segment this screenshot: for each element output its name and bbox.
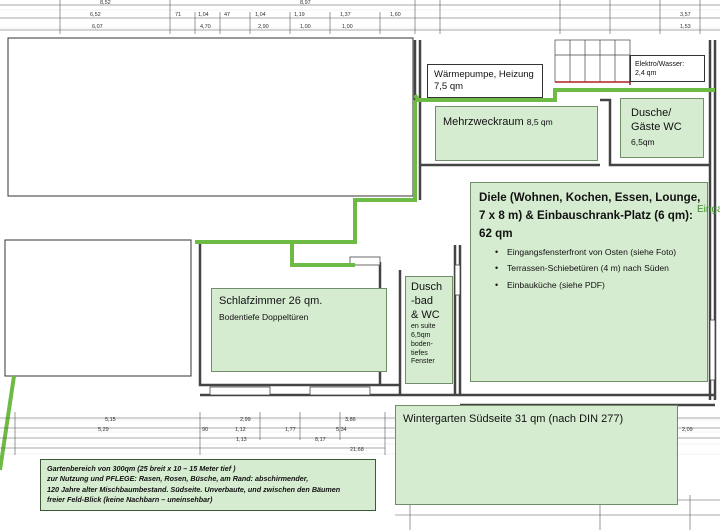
dim-label: 8,17 [315, 437, 326, 443]
garden-note-line3: 120 Jahre alter Mischbaumbestand. Südsei… [47, 484, 341, 494]
dim-label: 6,07 [92, 24, 103, 30]
room-duschbad-sub1: en suite [411, 323, 436, 331]
list-item: Einbauküche (siehe PDF) [495, 279, 700, 293]
room-duschbad-line3: & WC [411, 308, 440, 321]
room-mehrzweckraum-area: 8,5 qm [526, 117, 553, 127]
dim-label: 47 [224, 12, 230, 18]
room-waermepumpe: Wärmepumpe, Heizung 7,5 qm [427, 64, 543, 98]
dim-label: 1,60 [390, 12, 401, 18]
room-elektro-line2: 2,4 qm [635, 69, 657, 77]
dim-label: 1,19 [294, 12, 305, 18]
room-diele: Diele (Wohnen, Kochen, Essen, Lounge, 7 … [470, 182, 708, 382]
dim-label: 2,99 [240, 417, 251, 423]
room-dusche-line2: Gäste WC [631, 120, 682, 133]
dim-label: 3,57 [680, 12, 691, 18]
dim-label: 2,09 [682, 427, 693, 433]
room-mehrzweckraum: Mehrzweckraum 8,5 qm [435, 106, 598, 161]
room-duschbad-line2: -bad [411, 294, 434, 307]
room-schlafzimmer-sub: Bodentiefe Doppeltüren [219, 311, 309, 322]
dim-label: 90 [202, 427, 208, 433]
room-schlafzimmer: Schlafzimmer 26 qm. Bodentiefe Doppeltür… [211, 288, 387, 372]
room-dusche-line1: Dusche/ [631, 107, 672, 119]
eingang-label-partial: Einga [697, 204, 720, 215]
room-duschbad: Dusch -bad & WC en suite 6,5qm boden- ti… [405, 276, 453, 384]
top-dimension-labels: 8,52 8,97 6,52 71 1,04 47 1,04 1,19 1,37… [90, 0, 691, 30]
room-duschbad-sub5: Fenster [411, 358, 435, 366]
room-waermepumpe-line1: Wärmepumpe, Heizung [434, 69, 534, 80]
dim-label: 1,04 [198, 12, 209, 18]
dim-label: 1,13 [236, 437, 247, 443]
room-dusche-gaeste-wc: Dusche/ Gäste WC 6,5qm [620, 98, 704, 158]
list-item: Terrassen-Schiebetüren (4 m) nach Süden [495, 262, 700, 276]
dim-label: 1,37 [340, 12, 351, 18]
dim-label: 8,97 [300, 0, 311, 6]
list-item: Eingangsfensterfront von Osten (siehe Fo… [495, 246, 700, 260]
dim-label: 1,04 [255, 12, 266, 18]
room-wintergarten: Wintergarten Südseite 31 qm (nach DIN 27… [395, 405, 678, 505]
dim-label: 5,29 [98, 427, 109, 433]
room-diele-title-line1: Diele (Wohnen, Kochen, Essen, Lounge, [479, 191, 701, 204]
dim-label: 21,68 [350, 447, 364, 453]
stair-element [554, 39, 631, 85]
dim-label: 6,52 [90, 12, 101, 18]
dim-label: 1,12 [235, 427, 246, 433]
dim-label: 71 [175, 12, 181, 18]
garden-note-line1: Gartenbereich von 300qm (25 breit x 10 –… [47, 464, 236, 473]
dim-label: 1,53 [680, 24, 691, 30]
room-duschbad-sub2: 6,5qm [411, 332, 431, 339]
garden-note-line4: freier Feld-Blick (keine Nachbarn – unei… [47, 495, 213, 505]
room-schlafzimmer-name: Schlafzimmer 26 qm. [219, 295, 323, 307]
room-diele-title-line3: 62 qm [479, 226, 513, 240]
garden-note-line2: zur Nutzung und PFLEGE: Rasen, Rosen, Bü… [47, 474, 309, 484]
room-duschbad-sub3: boden- [411, 340, 433, 348]
dim-label: 2,90 [258, 24, 269, 30]
room-elektro: Elektro/Wasser: 2,4 qm [630, 55, 705, 82]
dim-label: 5,15 [105, 417, 116, 423]
dim-label: 8,52 [100, 0, 111, 6]
dim-label: 1,00 [342, 24, 353, 30]
room-diele-bullets: Eingangsfensterfront von Osten (siehe Fo… [479, 246, 700, 293]
room-mehrzweckraum-name: Mehrzweckraum [443, 116, 524, 128]
garden-note: Gartenbereich von 300qm (25 breit x 10 –… [40, 459, 376, 511]
dim-label: 4,70 [200, 24, 211, 30]
room-elektro-line1: Elektro/Wasser: [635, 61, 685, 68]
room-diele-title-line2: 7 x 8 m) & Einbauschrank-Platz (6 qm): [479, 208, 693, 222]
room-wintergarten-name: Wintergarten Südseite 31 qm (nach DIN 27… [403, 413, 624, 425]
room-dusche-area: 6,5qm [631, 136, 655, 147]
dim-label: 5,34 [336, 427, 347, 433]
dim-label: 1,77 [285, 427, 296, 433]
dim-label: 1,00 [300, 24, 311, 30]
dim-label: 3,86 [345, 417, 356, 423]
room-waermepumpe-line2: 7,5 qm [434, 80, 464, 92]
room-duschbad-sub4: tiefes [411, 349, 428, 357]
room-duschbad-line1: Dusch [411, 281, 443, 293]
